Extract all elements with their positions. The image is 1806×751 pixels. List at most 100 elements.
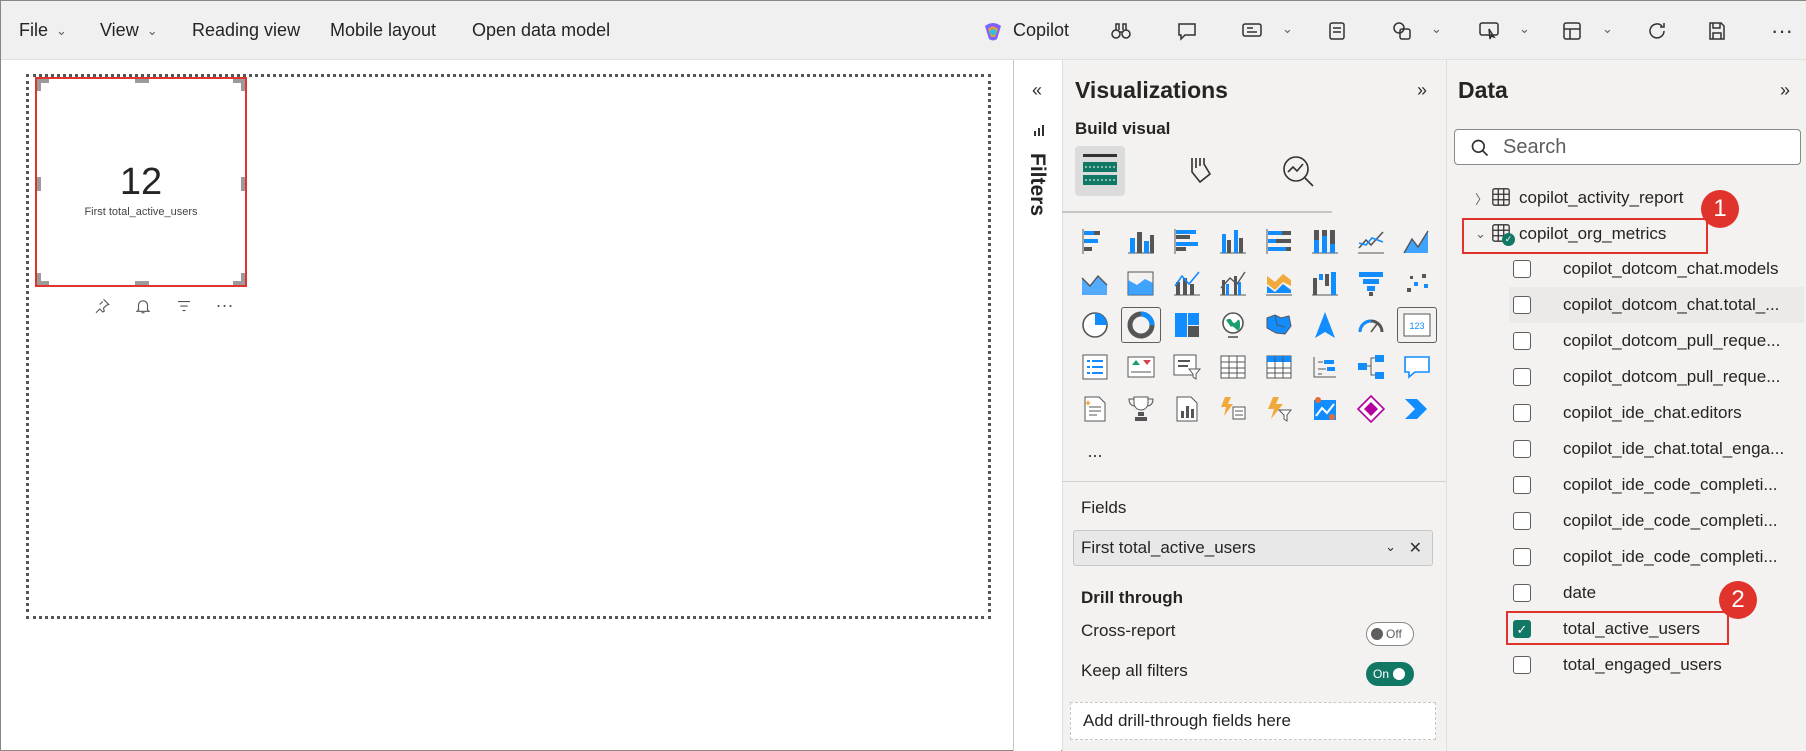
expand-right-icon[interactable]: » xyxy=(1780,80,1790,101)
power-apps-diamond-icon[interactable] xyxy=(1351,391,1391,427)
pin-icon[interactable] xyxy=(91,295,112,316)
field-checkbox[interactable] xyxy=(1513,476,1531,494)
matrix-icon[interactable] xyxy=(1259,349,1299,385)
waterfall-chart-icon[interactable] xyxy=(1305,265,1345,301)
field-item[interactable]: copilot_dotcom_pull_reque... xyxy=(1509,359,1804,395)
resize-handle[interactable] xyxy=(37,79,41,91)
power-apps-icon[interactable] xyxy=(1259,391,1299,427)
mobile-layout-button[interactable]: Mobile layout xyxy=(330,1,436,60)
line-and-stacked-column-icon[interactable] xyxy=(1167,265,1207,301)
narrative-icon[interactable] xyxy=(1236,15,1268,47)
resize-handle[interactable] xyxy=(241,79,245,91)
clustered-bar-chart-icon[interactable] xyxy=(1167,223,1207,259)
field-checkbox[interactable] xyxy=(1513,368,1531,386)
keep-all-filters-toggle[interactable]: On xyxy=(1366,662,1414,686)
smart-narrative-icon[interactable] xyxy=(1075,391,1115,427)
field-well[interactable]: First total_active_users ⌄ ✕ xyxy=(1073,530,1433,566)
resize-handle[interactable] xyxy=(37,273,41,285)
field-item[interactable]: copilot_dotcom_chat.models xyxy=(1509,251,1804,287)
more-options-icon[interactable]: ··· xyxy=(214,295,235,316)
decomposition-tree-icon[interactable] xyxy=(1305,349,1345,385)
field-item[interactable]: copilot_dotcom_chat.total_... xyxy=(1509,287,1804,323)
filled-map-icon[interactable] xyxy=(1259,307,1299,343)
analytics-tab[interactable] xyxy=(1273,146,1323,196)
pie-chart-icon[interactable] xyxy=(1075,307,1115,343)
format-visual-tab[interactable] xyxy=(1176,146,1226,196)
field-checkbox[interactable] xyxy=(1513,404,1531,422)
scatter-chart-icon[interactable] xyxy=(1397,265,1437,301)
open-data-model-button[interactable]: Open data model xyxy=(472,1,610,60)
azure-map-icon[interactable] xyxy=(1305,307,1345,343)
ribbon-chart-icon[interactable] xyxy=(1259,265,1299,301)
shapes-icon[interactable] xyxy=(1386,15,1418,47)
field-checkbox[interactable] xyxy=(1513,260,1531,278)
more-options-icon[interactable]: ··· xyxy=(1766,15,1798,47)
field-checkbox[interactable] xyxy=(1513,296,1531,314)
kpi-icon[interactable] xyxy=(1121,349,1161,385)
multi-row-card-icon[interactable] xyxy=(1075,349,1115,385)
chevron-down-icon[interactable]: ⌄ xyxy=(1282,21,1293,37)
stacked-area-chart-icon[interactable] xyxy=(1075,265,1115,301)
100-stacked-area-chart-icon[interactable] xyxy=(1121,265,1161,301)
table-icon[interactable] xyxy=(1213,349,1253,385)
field-checkbox[interactable] xyxy=(1513,332,1531,350)
refresh-icon[interactable] xyxy=(1641,15,1673,47)
stacked-column-chart-icon[interactable] xyxy=(1121,223,1161,259)
gauge-icon[interactable] xyxy=(1351,307,1391,343)
resize-handle[interactable] xyxy=(241,177,245,191)
filter-icon[interactable] xyxy=(173,295,194,316)
stacked-bar-chart-icon[interactable] xyxy=(1075,223,1115,259)
build-visual-tab[interactable] xyxy=(1075,146,1125,196)
100-stacked-column-chart-icon[interactable] xyxy=(1305,223,1345,259)
slicer-icon[interactable] xyxy=(1167,349,1207,385)
table-item[interactable]: 〉 copilot_activity_report xyxy=(1475,183,1683,213)
resize-handle[interactable] xyxy=(37,177,41,191)
funnel-chart-icon[interactable] xyxy=(1351,265,1391,301)
save-icon[interactable] xyxy=(1701,15,1733,47)
field-item[interactable]: copilot_ide_code_completi... xyxy=(1509,539,1804,575)
file-menu[interactable]: File ⌄ xyxy=(19,1,67,60)
field-checkbox[interactable] xyxy=(1513,656,1531,674)
field-item[interactable]: copilot_ide_chat.total_enga... xyxy=(1509,431,1804,467)
field-item[interactable]: date xyxy=(1509,575,1804,611)
cross-report-toggle[interactable]: Off xyxy=(1366,622,1414,646)
card-visual-icon[interactable]: 123 xyxy=(1397,307,1437,343)
paginated-report-icon[interactable] xyxy=(1167,391,1207,427)
field-checkbox[interactable] xyxy=(1513,512,1531,530)
100-stacked-bar-chart-icon[interactable] xyxy=(1259,223,1299,259)
reading-view-button[interactable]: Reading view xyxy=(192,1,300,60)
resize-handle[interactable] xyxy=(241,273,245,285)
area-chart-icon[interactable] xyxy=(1397,223,1437,259)
field-item[interactable]: copilot_ide_code_completi... xyxy=(1509,467,1804,503)
more-visuals-icon[interactable]: ... xyxy=(1075,433,1115,469)
notes-icon[interactable] xyxy=(1321,15,1353,47)
bell-icon[interactable] xyxy=(132,295,153,316)
search-input[interactable]: Search xyxy=(1454,129,1801,165)
view-menu[interactable]: View ⌄ xyxy=(100,1,158,60)
arcgis-map-icon[interactable] xyxy=(1305,391,1345,427)
metrics-icon[interactable] xyxy=(1121,391,1161,427)
resize-handle[interactable] xyxy=(135,79,149,83)
filters-title[interactable]: Filters xyxy=(1025,153,1049,216)
drill-through-drop-zone[interactable]: Add drill-through fields here xyxy=(1070,702,1436,740)
copilot-button[interactable]: Copilot xyxy=(981,1,1069,60)
field-item[interactable]: total_engaged_users xyxy=(1509,647,1804,683)
resize-handle[interactable] xyxy=(135,281,149,285)
field-checkbox[interactable] xyxy=(1513,584,1531,602)
card-visual[interactable]: 12 First total_active_users xyxy=(35,77,247,287)
expand-right-icon[interactable]: » xyxy=(1417,80,1427,101)
key-influencers-icon[interactable] xyxy=(1351,349,1391,385)
chevron-down-icon[interactable]: ⌄ xyxy=(1602,21,1613,37)
field-item[interactable]: copilot_dotcom_pull_reque... xyxy=(1509,323,1804,359)
qna-icon[interactable] xyxy=(1397,349,1437,385)
clustered-column-chart-icon[interactable] xyxy=(1213,223,1253,259)
chevron-down-icon[interactable]: ⌄ xyxy=(1519,21,1530,37)
chevron-right-icon[interactable]: 〉 xyxy=(1475,189,1491,208)
binoculars-icon[interactable] xyxy=(1105,15,1137,47)
comment-icon[interactable] xyxy=(1171,15,1203,47)
treemap-icon[interactable] xyxy=(1167,307,1207,343)
field-checkbox[interactable] xyxy=(1513,548,1531,566)
field-item[interactable]: copilot_ide_chat.editors xyxy=(1509,395,1804,431)
field-item[interactable]: copilot_ide_code_completi... xyxy=(1509,503,1804,539)
present-icon[interactable] xyxy=(1473,15,1505,47)
